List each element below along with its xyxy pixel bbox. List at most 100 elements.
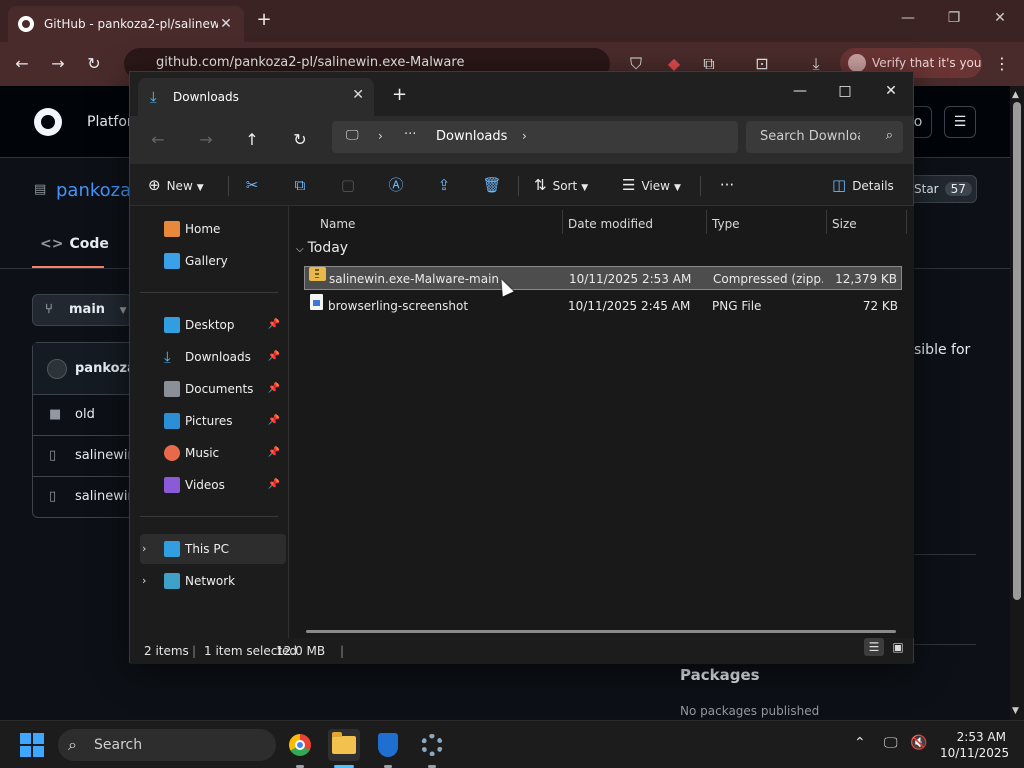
file-row[interactable]: ▯ salinewin: [33, 436, 141, 477]
close-window-icon[interactable]: ✕: [876, 78, 906, 104]
address-bar[interactable]: 🖵 › ··· Downloads ›: [332, 121, 738, 153]
close-window-icon[interactable]: ✕: [990, 10, 1010, 26]
nav-item-downloads[interactable]: ⤓ Downloads 📌: [140, 342, 286, 372]
nav-item-music[interactable]: Music 📌: [140, 438, 286, 468]
sort-button[interactable]: ⇅ Sort ▼: [534, 172, 588, 198]
details-button[interactable]: ◫ Details: [832, 172, 894, 198]
restore-icon[interactable]: ❐: [944, 10, 964, 26]
chrome-taskbar-button[interactable]: [284, 729, 316, 761]
file-row[interactable]: salinewin.exe-Malware-main 10/11/2025 2:…: [304, 266, 902, 290]
code-icon: <>: [40, 236, 64, 252]
rename-icon[interactable]: Ⓐ: [385, 174, 407, 196]
pin-icon[interactable]: 📌: [268, 342, 280, 372]
close-tab-icon[interactable]: ✕: [352, 87, 364, 103]
pin-icon[interactable]: 📌: [268, 406, 280, 436]
new-tab-button[interactable]: +: [254, 10, 274, 30]
chevron-right-icon[interactable]: ›: [522, 129, 527, 143]
nav-item-videos[interactable]: Videos 📌: [140, 470, 286, 500]
taskbar-search[interactable]: ⌕ Search: [58, 729, 276, 761]
start-button[interactable]: [20, 733, 44, 757]
forward-icon[interactable]: →: [196, 130, 216, 150]
column-type[interactable]: Type: [712, 212, 740, 236]
scroll-up-icon[interactable]: ▲: [1012, 90, 1019, 100]
system-clock[interactable]: 2:53 AM 10/11/2025: [940, 729, 1009, 761]
page-scrollbar[interactable]: ▲ ▼: [1010, 86, 1024, 720]
repo-icon: ▤: [34, 182, 47, 197]
search-input[interactable]: Search Downloads ⌕: [746, 121, 903, 153]
nav-item-gallery[interactable]: Gallery: [140, 246, 286, 276]
forward-icon[interactable]: →: [48, 54, 68, 74]
scroll-down-icon[interactable]: ▼: [1012, 706, 1019, 716]
pin-icon[interactable]: 📌: [268, 438, 280, 468]
settings-taskbar-button[interactable]: [416, 729, 448, 761]
chevron-right-icon[interactable]: ›: [142, 566, 146, 596]
back-icon[interactable]: ←: [148, 130, 168, 150]
new-tab-button[interactable]: +: [392, 84, 407, 105]
column-divider[interactable]: [906, 210, 907, 234]
new-button[interactable]: ⊕ New ▼: [148, 172, 204, 198]
verify-label: Verify that it's you: [872, 56, 982, 70]
more-options-icon[interactable]: ···: [716, 174, 738, 196]
star-button[interactable]: Star 57: [903, 175, 977, 203]
delete-icon[interactable]: 🗑: [481, 174, 503, 196]
more-crumbs-icon[interactable]: ···: [404, 127, 416, 142]
nav-label: Documents: [185, 382, 254, 396]
file-row[interactable]: ▯ salinewin: [33, 477, 141, 518]
packages-heading[interactable]: Packages: [680, 666, 760, 684]
up-icon[interactable]: ↑: [242, 130, 262, 150]
maximize-icon[interactable]: □: [830, 78, 860, 104]
close-tab-icon[interactable]: ✕: [218, 16, 234, 32]
nav-item-desktop[interactable]: Desktop 📌: [140, 310, 286, 340]
minimize-icon[interactable]: —: [898, 10, 918, 26]
file-row[interactable]: browserling-screenshot 10/11/2025 2:45 A…: [304, 294, 902, 318]
chevron-up-icon[interactable]: ⌃: [854, 735, 866, 751]
scroll-thumb[interactable]: [1013, 102, 1021, 600]
pin-icon[interactable]: 📌: [268, 374, 280, 404]
cut-icon[interactable]: ✂: [241, 174, 263, 196]
share-icon[interactable]: ⇪: [433, 174, 455, 196]
network-status-icon[interactable]: 🖵: [884, 735, 898, 751]
file-explorer-taskbar-button[interactable]: [328, 729, 360, 761]
horizontal-scrollbar[interactable]: [306, 630, 896, 633]
explorer-tab[interactable]: ⤓ Downloads ✕: [138, 78, 374, 116]
chevron-right-icon[interactable]: ›: [378, 129, 383, 143]
reload-icon[interactable]: ↻: [84, 54, 104, 74]
back-icon[interactable]: ←: [12, 54, 32, 74]
file-row[interactable]: ■ old: [33, 395, 141, 436]
column-divider[interactable]: [826, 210, 827, 234]
chevron-right-icon[interactable]: ›: [142, 534, 146, 564]
volume-muted-icon[interactable]: 🔇: [910, 735, 927, 751]
tab-code[interactable]: <> Code: [40, 236, 109, 252]
github-logo-icon[interactable]: [34, 108, 62, 136]
repo-owner-link[interactable]: pankoza: [56, 180, 131, 201]
browser-tab[interactable]: GitHub - pankoza2-pl/salinewin.exe-Malwa…: [8, 6, 244, 42]
copy-icon[interactable]: ⧉: [289, 174, 311, 196]
minimize-icon[interactable]: —: [785, 78, 815, 104]
branch-selector[interactable]: ⑂ main ▼: [32, 294, 132, 326]
large-icons-view-icon[interactable]: ▣: [888, 638, 908, 656]
pin-icon[interactable]: 📌: [268, 310, 280, 340]
view-button[interactable]: ☰ View ▼: [622, 172, 681, 198]
column-date[interactable]: Date modified: [568, 212, 653, 236]
refresh-icon[interactable]: ↻: [290, 130, 310, 150]
breadcrumb-downloads[interactable]: Downloads: [436, 129, 507, 144]
group-header-today[interactable]: ⌵ Today: [296, 240, 348, 256]
details-view-icon[interactable]: ☰: [864, 638, 884, 656]
paste-icon[interactable]: ▢: [337, 174, 359, 196]
nav-item-pictures[interactable]: Pictures 📌: [140, 406, 286, 436]
column-divider[interactable]: [562, 210, 563, 234]
pin-icon[interactable]: 📌: [268, 470, 280, 500]
nav-label: Home: [185, 222, 221, 236]
column-size[interactable]: Size: [832, 212, 857, 236]
filter-icon[interactable]: ☰: [944, 106, 976, 138]
nav-item-home[interactable]: Home: [140, 214, 286, 244]
nav-item-network[interactable]: › Network: [140, 566, 286, 596]
nav-item-documents[interactable]: Documents 📌: [140, 374, 286, 404]
security-taskbar-button[interactable]: [372, 729, 404, 761]
column-divider[interactable]: [706, 210, 707, 234]
column-name[interactable]: Name: [320, 212, 355, 236]
nav-item-this-pc[interactable]: › This PC: [140, 534, 286, 564]
folder-icon: ■: [49, 407, 62, 422]
more-menu-icon[interactable]: ⋮: [992, 54, 1012, 74]
gallery-icon: [164, 253, 180, 269]
